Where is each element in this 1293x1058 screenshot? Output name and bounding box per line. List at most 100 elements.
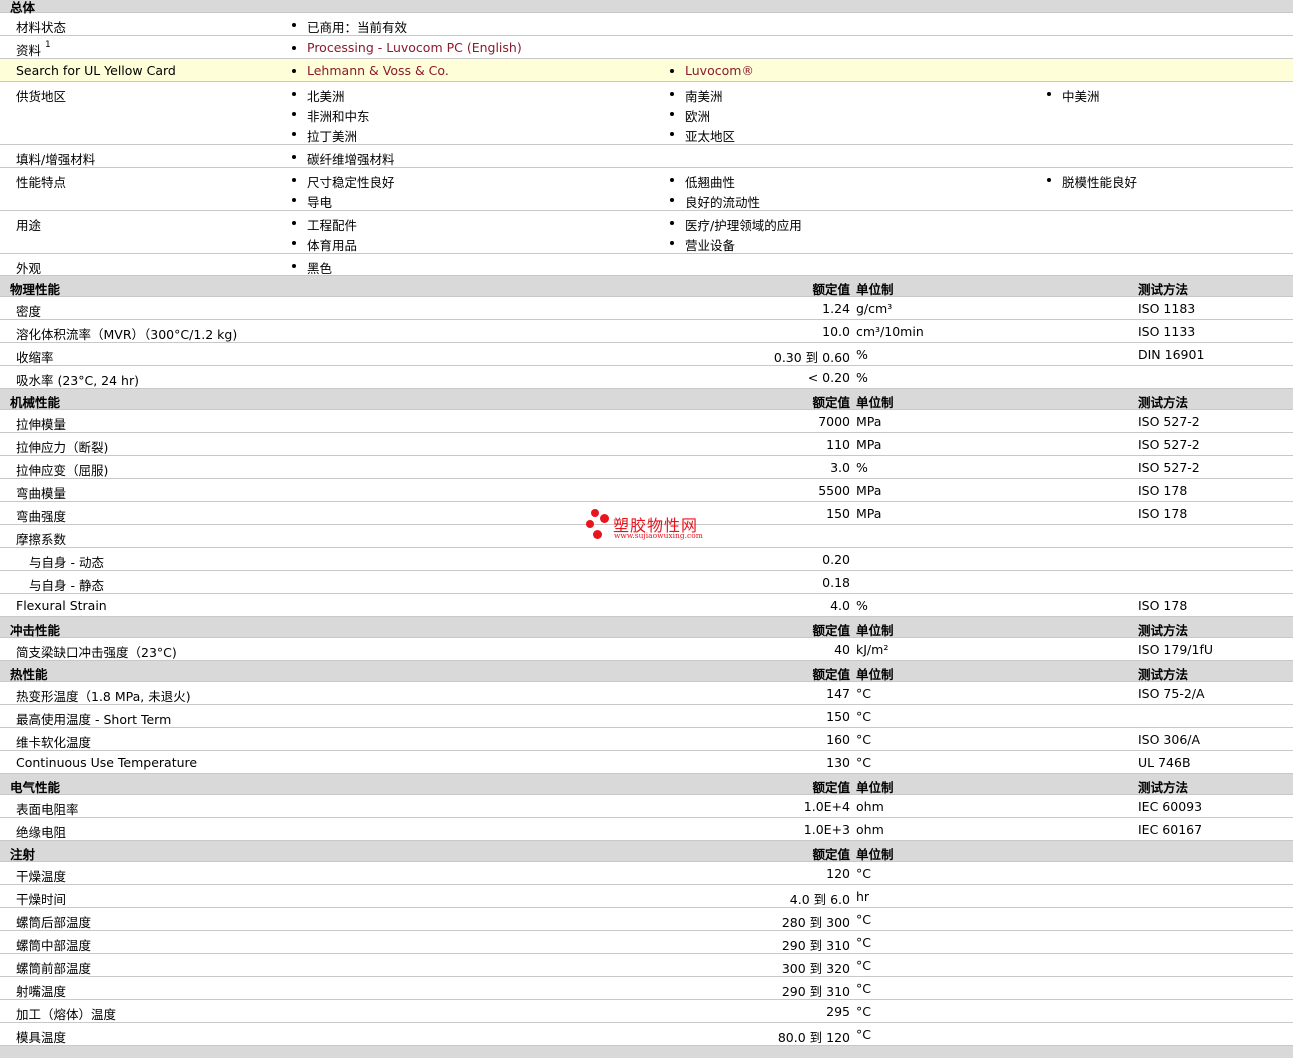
property-test-method: ISO 178 [1138, 483, 1188, 498]
property-test-method: IEC 60093 [1138, 799, 1203, 814]
ul-link-lehmann[interactable]: Lehmann & Voss & Co. [292, 63, 662, 83]
property-label: 简支梁缺口冲击强度（23°C) [16, 645, 177, 660]
property-test-method: ISO 179/1fU [1138, 642, 1214, 657]
region-item: 北美洲 [292, 86, 662, 106]
table-row: 射嘴温度 290 到 310 °C [0, 977, 1293, 1000]
property-value: 1.0E+3 [803, 822, 850, 837]
region-item: 拉丁美洲 [292, 126, 662, 146]
property-test-method: ISO 306/A [1138, 732, 1201, 747]
property-value: 150 [826, 709, 850, 724]
features-label: 性能特点 [16, 175, 67, 190]
property-unit: °C [856, 866, 871, 881]
header-unit: 单位制 [856, 395, 894, 410]
section-physical-header: 物理性能 额定值 单位制 测试方法 [0, 276, 1293, 297]
property-value: 120 [826, 866, 850, 881]
property-test-method: ISO 1133 [1138, 324, 1196, 339]
property-unit: % [856, 370, 868, 385]
header-test-method: 测试方法 [1138, 282, 1189, 297]
section-title: 物理性能 [10, 282, 61, 297]
region-item: 欧洲 [670, 106, 1040, 126]
property-value: 5500 [818, 483, 850, 498]
table-row: 拉伸应力（断裂) 110 MPa ISO 527-2 [0, 433, 1293, 456]
section-injection-notes-header [0, 1046, 1293, 1058]
property-value: 1.0E+4 [803, 799, 850, 814]
property-unit: °C [856, 1027, 871, 1042]
row-regions: 供货地区 北美洲 非洲和中东 拉丁美洲 南美洲 欧洲 亚太地区 中美洲 [0, 82, 1293, 145]
property-value: 150 [826, 506, 850, 521]
uses-label: 用途 [16, 218, 42, 233]
section-mechanical-header: 机械性能 额定值 单位制 测试方法 [0, 389, 1293, 410]
property-value: 1.24 [822, 301, 850, 316]
property-label: 与自身 - 动态 [29, 555, 104, 570]
appearance-label: 外观 [16, 261, 42, 276]
property-label: 拉伸应力（断裂) [16, 440, 109, 455]
property-value: 300 到 320 [781, 961, 850, 976]
region-item: 中美洲 [1047, 86, 1287, 106]
property-value: < 0.20 [807, 370, 850, 385]
property-value: 280 到 300 [781, 915, 850, 930]
material-status-label: 材料状态 [16, 20, 67, 35]
header-unit: 单位制 [856, 667, 894, 682]
header-value: 额定值 [812, 780, 850, 795]
property-label: 维卡软化温度 [16, 735, 92, 750]
property-label: 干燥时间 [16, 892, 67, 907]
property-value: 0.20 [822, 552, 850, 567]
processing-doc-link[interactable]: Processing - Luvocom PC (English) [292, 40, 662, 60]
property-label: 模具温度 [16, 1030, 67, 1045]
property-label: 弯曲模量 [16, 486, 67, 501]
property-test-method: UL 746B [1138, 755, 1191, 770]
ul-link-luvocom[interactable]: Luvocom® [670, 63, 1040, 83]
section-injection-header: 注射 额定值 单位制 [0, 841, 1293, 862]
property-unit: ohm [856, 822, 884, 837]
table-row: 弯曲模量 5500 MPa ISO 178 [0, 479, 1293, 502]
header-value: 额定值 [812, 282, 850, 297]
feature-item: 尺寸稳定性良好 [292, 172, 662, 192]
row-features: 性能特点 尺寸稳定性良好 导电 低翘曲性 良好的流动性 脱模性能良好 [0, 168, 1293, 211]
property-unit: cm³/10min [856, 324, 924, 339]
row-ul-yellow-card: Search for UL Yellow Card Lehmann & Voss… [0, 59, 1293, 82]
property-label: Continuous Use Temperature [16, 755, 198, 770]
header-test-method: 测试方法 [1138, 667, 1189, 682]
property-value: 80.0 到 120 [777, 1030, 850, 1045]
table-row: 维卡软化温度 160 °C ISO 306/A [0, 728, 1293, 751]
property-unit: % [856, 347, 868, 362]
property-unit: °C [856, 755, 871, 770]
table-row: 吸水率 (23°C, 24 hr) < 0.20% [0, 366, 1293, 389]
section-general-header: 总体 [0, 0, 1293, 15]
table-row: 螺筒前部温度 300 到 320 °C [0, 954, 1293, 977]
section-title: 冲击性能 [10, 623, 61, 638]
property-value: 10.0 [822, 324, 850, 339]
property-label: 热变形温度（1.8 MPa, 未退火) [16, 689, 191, 704]
section-impact-header: 冲击性能 额定值 单位制 测试方法 [0, 617, 1293, 638]
feature-item: 良好的流动性 [670, 192, 1040, 212]
filler-label: 填料/增强材料 [16, 152, 96, 167]
watermark-url: www.sujiaowuxing.com [614, 531, 703, 540]
property-label: 溶化体积流率（MVR）（300°C/1.2 kg) [16, 327, 238, 342]
property-label: 与自身 - 静态 [29, 578, 104, 593]
table-row: 密度 1.24 g/cm³ ISO 1183 [0, 297, 1293, 320]
property-label: 螺筒前部温度 [16, 961, 92, 976]
property-test-method: ISO 1183 [1138, 301, 1196, 316]
table-row: Flexural Strain 4.0% ISO 178 [0, 594, 1293, 617]
property-sections: 物理性能 额定值 单位制 测试方法 密度 1.24 g/cm³ ISO 1183 溶化体积流率（… [0, 276, 1293, 1046]
property-label: 加工（熔体）温度 [16, 1007, 117, 1022]
table-row: 螺筒后部温度 280 到 300 °C [0, 908, 1293, 931]
property-label: 表面电阻率 [16, 802, 79, 817]
property-unit: °C [856, 981, 871, 996]
property-value: 3.0 [830, 460, 850, 475]
property-value: 7000 [818, 414, 850, 429]
table-row: 与自身 - 动态 0.20 [0, 548, 1293, 571]
use-item: 工程配件 [292, 215, 662, 235]
property-value: 290 到 310 [781, 984, 850, 999]
property-test-method: ISO 527-2 [1138, 460, 1200, 475]
header-value: 额定值 [812, 847, 850, 862]
header-unit: 单位制 [856, 282, 894, 297]
property-test-method: ISO 527-2 [1138, 414, 1200, 429]
property-unit: MPa [856, 414, 882, 429]
table-row: 拉伸应变（屈服) 3.0% ISO 527-2 [0, 456, 1293, 479]
row-appearance: 外观 黑色 [0, 254, 1293, 276]
feature-item: 脱模性能良好 [1047, 172, 1287, 192]
use-item: 医疗/护理领域的应用 [670, 215, 1040, 235]
property-label: 收缩率 [16, 350, 54, 365]
property-unit: kJ/m² [856, 642, 889, 657]
